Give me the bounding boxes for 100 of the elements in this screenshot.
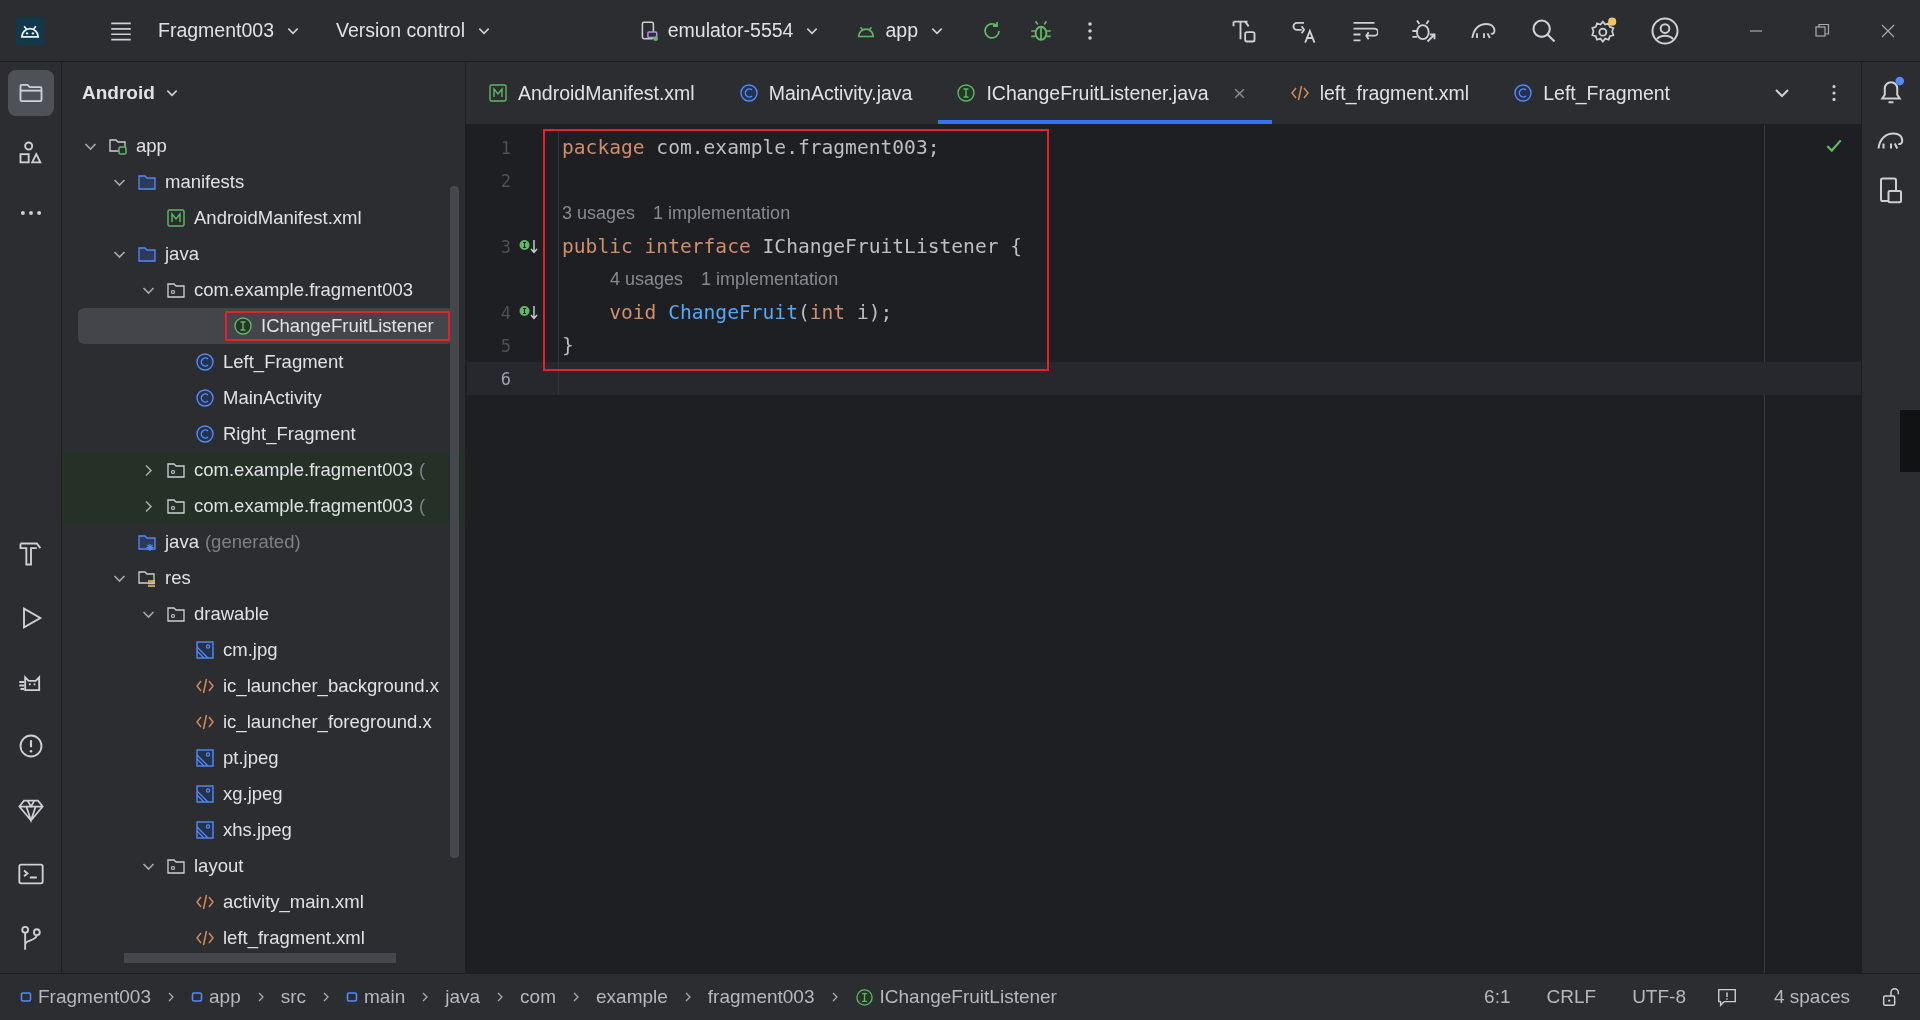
inlay-hint-link[interactable]: 4 usages: [610, 269, 684, 290]
image-file-icon: [195, 748, 215, 768]
tree-item[interactable]: app: [62, 128, 453, 164]
xml-file-icon: [195, 892, 215, 912]
run-config-dropdown[interactable]: app: [843, 13, 956, 48]
device-dropdown[interactable]: emulator-5554: [625, 13, 832, 48]
xml-file-icon: [195, 712, 215, 732]
interface-icon: [233, 316, 253, 336]
interface-icon: [854, 987, 874, 1007]
breadcrumb-item[interactable]: com: [520, 986, 556, 1008]
tree-item[interactable]: Right_Fragment: [62, 416, 453, 452]
implemented-marker-icon[interactable]: [519, 304, 539, 321]
editor-tab[interactable]: AndroidManifest.xml: [470, 62, 721, 124]
side-panel-handle[interactable]: [1900, 410, 1920, 472]
xml-file-icon: [195, 676, 215, 696]
tree-item[interactable]: pt.jpeg: [62, 740, 453, 776]
image-file-icon: [195, 640, 215, 660]
tree-item-label: left_fragment.xml: [223, 927, 365, 949]
inlay-hint-link[interactable]: 3 usages: [562, 203, 636, 224]
package-folder-icon: [166, 604, 186, 624]
breadcrumb-item[interactable]: main: [346, 986, 406, 1008]
search-icon[interactable]: [1530, 16, 1558, 45]
tree-item[interactable]: MainActivity: [62, 380, 453, 416]
folder-icon: [137, 244, 157, 264]
breadcrumb-item[interactable]: Fragment003: [20, 986, 151, 1008]
implemented-marker-icon[interactable]: [519, 238, 539, 255]
unlock-icon[interactable]: [1880, 986, 1902, 1008]
tree-item-label: java: [165, 243, 199, 265]
tree-item[interactable]: com.example.fragment003 (: [62, 452, 465, 488]
tree-item[interactable]: Left_Fragment: [62, 344, 453, 380]
project-view-dropdown[interactable]: Android: [74, 78, 187, 108]
inlay-hint-link[interactable]: 1 implementation: [653, 203, 791, 224]
code-line: public interface IChangeFruitListener {: [562, 235, 1023, 258]
module-icon: [20, 991, 32, 1003]
breadcrumb-item[interactable]: fragment003: [707, 986, 815, 1008]
package-folder-icon: [166, 460, 186, 480]
breadcrumb-item[interactable]: app: [191, 986, 241, 1008]
caret-position[interactable]: 6:1: [1484, 986, 1511, 1008]
tree-item-label: com.example.fragment003: [194, 279, 414, 301]
tree-item[interactable]: activity_main.xml: [62, 884, 453, 920]
tree-item-note: (: [419, 495, 426, 517]
account-icon[interactable]: [1650, 15, 1680, 46]
tree-item[interactable]: com.example.fragment003 (: [62, 488, 465, 524]
code-line: }: [562, 334, 574, 357]
class-icon: [1513, 83, 1534, 103]
tree-item-label: com.example.fragment003: [194, 495, 414, 517]
editor-tab[interactable]: Left_Fragment: [1495, 62, 1697, 124]
file-encoding[interactable]: UTF-8: [1632, 986, 1686, 1008]
inlay-hint-link[interactable]: 1 implementation: [701, 269, 839, 290]
tree-item-label: Right_Fragment: [223, 423, 356, 445]
tree-item[interactable]: layout: [62, 848, 453, 884]
tree-item[interactable]: ic_launcher_background.x: [62, 668, 453, 704]
indent-setting[interactable]: 4 spaces: [1773, 986, 1850, 1008]
comment-alert-icon[interactable]: [1715, 986, 1738, 1008]
more-icon: [19, 210, 42, 216]
tree-item-label: xhs.jpeg: [223, 819, 292, 841]
module-folder-icon: [108, 136, 128, 156]
tree-item[interactable]: ic_launcher_foreground.x: [62, 704, 453, 740]
breadcrumb-item[interactable]: example: [596, 986, 668, 1008]
tree-item-label: AndroidManifest.xml: [194, 207, 362, 229]
close-icon[interactable]: [1232, 86, 1246, 100]
tree-item-label: java: [165, 531, 199, 553]
tree-item[interactable]: cm.jpg: [62, 632, 453, 668]
tree-item-label: IChangeFruitListener: [261, 315, 434, 337]
class-icon: [195, 352, 215, 372]
breadcrumb-item[interactable]: src: [280, 986, 307, 1008]
tree-item[interactable]: java (generated): [62, 524, 453, 560]
line-separator[interactable]: CRLF: [1546, 986, 1597, 1008]
tree-item[interactable]: drawable: [62, 596, 453, 632]
tree-item[interactable]: AndroidManifest.xml: [62, 200, 453, 236]
module-icon: [191, 991, 203, 1003]
xml-file-icon: [1289, 83, 1310, 103]
scrollbar[interactable]: [450, 186, 459, 858]
scrollbar[interactable]: [124, 953, 396, 963]
tree-item[interactable]: res: [62, 560, 453, 596]
project-dropdown[interactable]: Fragment003: [146, 13, 312, 48]
tree-item[interactable]: com.example.fragment003: [62, 272, 453, 308]
tree-item[interactable]: manifests: [62, 164, 453, 200]
tree-item[interactable]: xg.jpeg: [62, 776, 453, 812]
breadcrumb-item[interactable]: IChangeFruitListener: [854, 986, 1057, 1008]
breadcrumb-item[interactable]: java: [445, 986, 481, 1008]
vcs-dropdown[interactable]: Version control: [324, 13, 503, 48]
tree-item[interactable]: xhs.jpeg: [62, 812, 453, 848]
image-file-icon: [195, 784, 215, 804]
tree-item[interactable]: IChangeFruitListener: [78, 308, 453, 344]
package-folder-icon: [166, 280, 186, 300]
xml-file-icon: [195, 928, 215, 948]
folder-tool-button[interactable]: [7, 70, 54, 116]
android-logo-icon[interactable]: [16, 16, 44, 45]
editor-tab[interactable]: left_fragment.xml: [1271, 62, 1496, 124]
editor-tab[interactable]: IChangeFruitListener.java: [938, 62, 1272, 124]
code-line: void ChangeFruit(int i);: [608, 301, 893, 324]
editor-tab[interactable]: MainActivity.java: [720, 62, 939, 124]
tree-item-label: com.example.fragment003: [194, 459, 414, 481]
image-file-icon: [195, 820, 215, 840]
settings-icon[interactable]: [1590, 16, 1618, 45]
tree-item[interactable]: left_fragment.xml: [62, 920, 453, 956]
tree-item[interactable]: java: [62, 236, 453, 272]
tree-item-label: app: [136, 135, 167, 157]
manifest-icon: [488, 83, 508, 103]
